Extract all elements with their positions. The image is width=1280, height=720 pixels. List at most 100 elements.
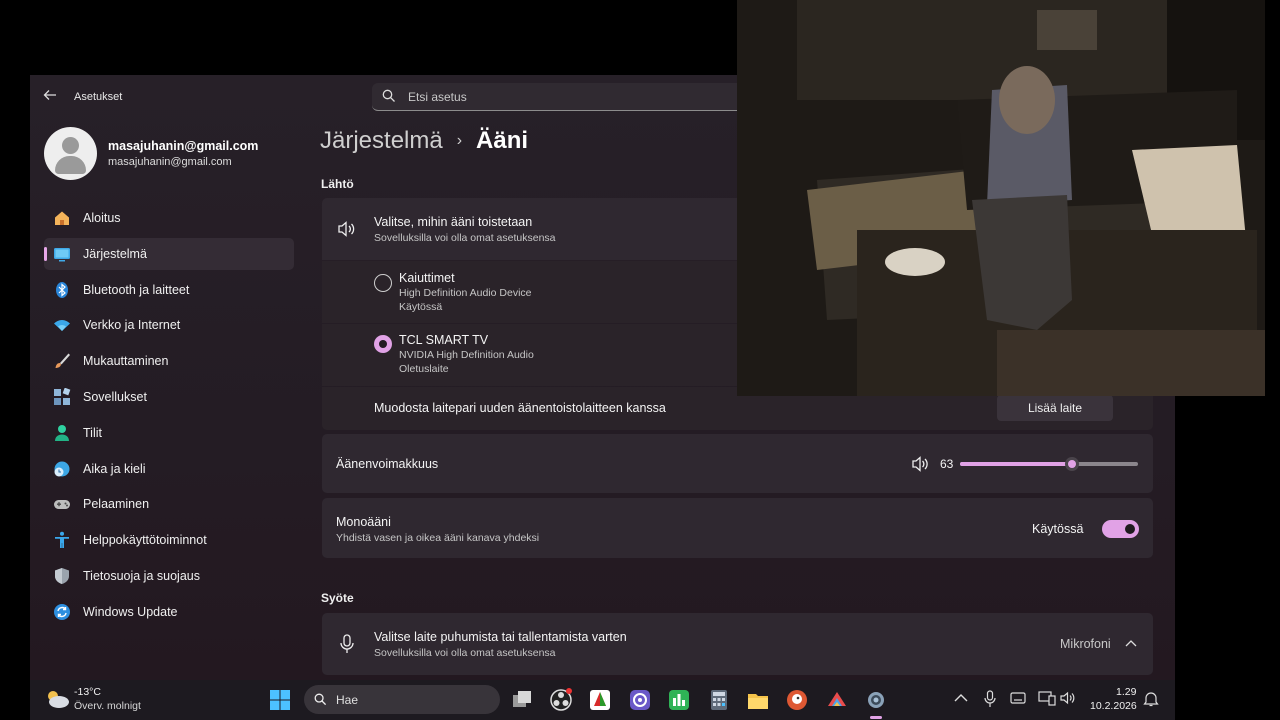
- device-status: Käytössä: [399, 301, 443, 313]
- profile-email: masajuhanin@gmail.com: [108, 156, 232, 168]
- wifi-icon: [54, 320, 70, 332]
- home-icon: [55, 211, 69, 225]
- sidebar-item-label: Mukauttaminen: [83, 354, 169, 369]
- microphone-icon: [340, 634, 354, 653]
- add-device-button[interactable]: Lisää laite: [997, 395, 1113, 421]
- tray-overflow-chevron-icon[interactable]: [954, 693, 968, 703]
- sidebar-item-aloitus[interactable]: Aloitus: [44, 202, 294, 234]
- account-icon: [55, 424, 69, 441]
- input-device-name: Mikrofoni: [1060, 637, 1111, 651]
- camera-feed-image: [737, 0, 1265, 396]
- search-input[interactable]: Etsi asetus: [372, 83, 752, 111]
- video-overlay: [737, 0, 1265, 396]
- sidebar-item-label: Tietosuoja ja suojaus: [83, 568, 200, 583]
- update-icon: [54, 603, 70, 620]
- sidebar-item-sovellukset[interactable]: Sovellukset: [44, 381, 294, 413]
- app-colorful-icon[interactable]: [825, 688, 849, 712]
- search-placeholder: Etsi asetus: [408, 90, 467, 104]
- bluetooth-icon: [56, 281, 68, 298]
- device-status: Oletuslaite: [399, 363, 449, 375]
- volume-row: Äänenvoimakkuus 63: [322, 434, 1153, 493]
- file-explorer-icon[interactable]: [746, 688, 770, 712]
- sidebar-item-label: Aloitus: [83, 211, 121, 225]
- stats-app-icon[interactable]: [667, 688, 691, 712]
- clock-time[interactable]: 1.29: [1116, 686, 1136, 698]
- sidebar-item-tietosuoja[interactable]: Tietosuoja ja suojaus: [44, 560, 294, 592]
- radio-tcl[interactable]: [374, 335, 392, 353]
- duckduckgo-icon[interactable]: [785, 688, 809, 712]
- gamepad-icon: [54, 500, 70, 510]
- output-choose-subtitle: Sovelluksilla voi olla omat asetuksensa: [374, 232, 556, 244]
- tray-microphone-icon[interactable]: [984, 690, 996, 708]
- sidebar-item-windows-update[interactable]: Windows Update: [44, 596, 294, 628]
- sidebar-item-label: Pelaaminen: [83, 497, 150, 512]
- clock-date[interactable]: 10.2.2026: [1090, 700, 1137, 712]
- sidebar-item-label: Sovellukset: [83, 389, 147, 404]
- mono-audio-row: Monoääni Yhdistä vasen ja oikea ääni kan…: [322, 498, 1153, 558]
- weather-cloud-icon[interactable]: [44, 688, 70, 710]
- input-device-selector[interactable]: Valitse laite puhumista tai tallentamist…: [322, 613, 1153, 675]
- settings-gear-icon[interactable]: [864, 688, 888, 712]
- windows-start-icon[interactable]: [268, 688, 292, 712]
- brush-icon: [55, 353, 70, 369]
- sidebar-item-aika-ja-kieli[interactable]: Aika ja kieli: [44, 453, 294, 485]
- device-driver: High Definition Audio Device: [399, 287, 532, 299]
- apps-icon: [54, 387, 71, 405]
- input-heading: Syöte: [321, 591, 354, 605]
- back-button[interactable]: [42, 87, 60, 105]
- sidebar-nav: Aloitus Järjestelmä Bluetooth ja laittee…: [44, 202, 294, 632]
- sidebar-item-bluetooth[interactable]: Bluetooth ja laitteet: [44, 274, 294, 306]
- breadcrumb: Järjestelmä › Ääni: [320, 127, 528, 155]
- device-driver: NVIDIA High Definition Audio: [399, 349, 534, 361]
- notifications-icon[interactable]: [1143, 691, 1159, 707]
- sidebar-item-mukauttaminen[interactable]: Mukauttaminen: [44, 345, 294, 377]
- input-choose-title: Valitse laite puhumista tai tallentamist…: [374, 630, 627, 644]
- active-app-indicator: [870, 716, 882, 719]
- speaker-icon: [338, 221, 355, 237]
- sidebar-item-helppokayttotoiminnot[interactable]: Helppokäyttötoiminnot: [44, 524, 294, 556]
- device-name: Kaiuttimet: [399, 271, 455, 285]
- tray-volume-icon[interactable]: [1060, 691, 1076, 705]
- sidebar-item-pelaaminen[interactable]: Pelaaminen: [44, 488, 294, 520]
- pair-device-label: Muodosta laitepari uuden äänentoistolait…: [374, 401, 666, 415]
- mono-toggle[interactable]: [1102, 520, 1139, 538]
- volume-label: Äänenvoimakkuus: [336, 457, 439, 471]
- chess-app-icon[interactable]: [588, 688, 612, 712]
- keyboard-icon[interactable]: [1010, 692, 1026, 704]
- app-title: Asetukset: [74, 91, 123, 103]
- shield-icon: [55, 567, 69, 584]
- desktop: Asetukset Etsi asetus masajuhanin@gmail.…: [0, 0, 1280, 720]
- sidebar-item-label: Helppokäyttötoiminnot: [83, 533, 207, 548]
- sidebar-item-tilit[interactable]: Tilit: [44, 417, 294, 449]
- volume-value: 63: [940, 457, 954, 471]
- sidebar-item-label: Verkko ja Internet: [83, 318, 181, 333]
- device-name: TCL SMART TV: [399, 333, 489, 347]
- clock-globe-icon: [54, 461, 70, 477]
- taskbar: -13°C Överv. molnigt Hae 1.29 10.2.2026: [30, 680, 1175, 720]
- camera-app-icon[interactable]: [628, 688, 652, 712]
- chevron-up-icon[interactable]: [1125, 639, 1137, 647]
- obs-icon[interactable]: [549, 688, 573, 712]
- network-icon[interactable]: [1038, 690, 1056, 706]
- breadcrumb-parent[interactable]: Järjestelmä: [320, 127, 443, 155]
- taskbar-search-label: Hae: [336, 693, 359, 707]
- output-choose-title: Valitse, mihin ääni toistetaan: [374, 215, 533, 229]
- search-icon: [382, 89, 395, 102]
- weather-desc: Överv. molnigt: [74, 700, 141, 712]
- mono-state-label: Käytössä: [1032, 522, 1084, 536]
- sidebar-item-jarjestelma[interactable]: Järjestelmä: [44, 237, 294, 270]
- avatar[interactable]: [44, 127, 97, 180]
- sidebar-item-label: Järjestelmä: [83, 246, 147, 261]
- volume-slider-thumb[interactable]: [1065, 457, 1079, 471]
- sidebar-item-label: Windows Update: [83, 604, 178, 619]
- calculator-icon[interactable]: [707, 688, 731, 712]
- radio-kaiuttimet[interactable]: [374, 274, 392, 292]
- volume-speaker-icon[interactable]: [911, 456, 929, 472]
- sidebar-item-label: Tilit: [83, 425, 102, 440]
- input-choose-subtitle: Sovelluksilla voi olla omat asetuksensa: [374, 647, 556, 659]
- system-icon: [54, 247, 70, 262]
- task-view-icon[interactable]: [510, 688, 534, 712]
- sidebar-item-verkko[interactable]: Verkko ja Internet: [44, 309, 294, 341]
- weather-temp: -13°C: [74, 686, 101, 698]
- taskbar-search[interactable]: Hae: [304, 685, 500, 714]
